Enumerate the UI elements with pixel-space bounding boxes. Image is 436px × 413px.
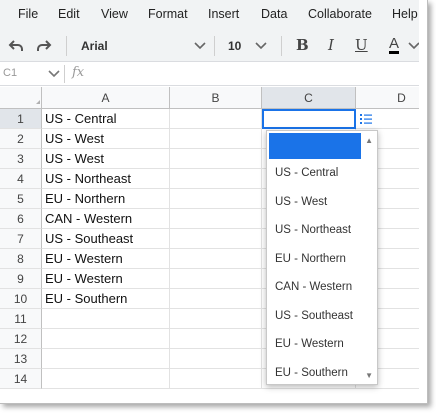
cell[interactable] [170,169,262,189]
menu-collaborate[interactable]: Collaborate [308,7,372,21]
menu-view[interactable]: View [101,7,128,21]
cell[interactable]: EU - Western [42,269,170,289]
menu-file[interactable]: File [18,7,38,21]
column-header-d[interactable]: D [356,87,427,109]
chevron-down-icon[interactable] [251,36,271,56]
toolbar: Arial 10 B I U A [0,30,427,62]
cell[interactable]: US - Southeast [42,229,170,249]
validation-dropdown: ▲ US - Central US - West US - Northeast EU … [266,130,378,385]
row-header[interactable]: 5 [0,189,42,209]
menu-data[interactable]: Data [261,7,287,21]
column-header-a[interactable]: A [42,87,170,109]
cell-c1-active[interactable] [262,109,356,129]
italic-button[interactable]: I [328,36,334,54]
cell[interactable]: EU - Northern [42,189,170,209]
row-header[interactable]: 14 [0,369,42,389]
row-header[interactable]: 6 [0,209,42,229]
row-header[interactable]: 9 [0,269,42,289]
cell[interactable] [170,269,262,289]
chevron-down-icon[interactable] [190,36,210,56]
cell[interactable] [170,349,262,369]
formula-bar: C1 fx [0,62,427,86]
toolbar-separator [66,36,67,56]
dropdown-option[interactable]: US - Central [275,167,338,179]
toolbar-separator [214,36,215,56]
row-header[interactable]: 13 [0,349,42,369]
scroll-up-icon[interactable]: ▲ [365,136,373,145]
cell[interactable] [170,369,262,389]
dropdown-option[interactable]: US - Northeast [275,224,351,236]
torn-edge [419,0,427,403]
column-header-b[interactable]: B [170,87,262,109]
name-box[interactable]: C1 [3,67,17,79]
row-header[interactable]: 11 [0,309,42,329]
dropdown-option[interactable]: EU - Western [275,338,344,350]
cell[interactable]: US - West [42,129,170,149]
cell[interactable] [170,109,262,129]
dropdown-option[interactable]: CAN - Western [275,281,352,293]
cell[interactable] [42,309,170,329]
column-header-c[interactable]: C [262,87,356,109]
row-header[interactable]: 3 [0,149,42,169]
cell[interactable] [170,149,262,169]
spreadsheet-window: File Edit View Format Insert Data Collab… [0,0,428,404]
font-family-select[interactable]: Arial [81,39,108,53]
menu-format[interactable]: Format [148,7,188,21]
toolbar-separator [281,36,282,56]
dropdown-option[interactable]: EU - Southern [275,367,348,379]
scroll-down-icon[interactable]: ▼ [365,371,373,380]
undo-icon[interactable] [6,36,26,56]
menu-bar: File Edit View Format Insert Data Collab… [0,0,427,30]
cell[interactable] [170,229,262,249]
cell[interactable] [42,369,170,389]
dropdown-option[interactable]: US - West [275,196,327,208]
dropdown-option[interactable]: EU - Northern [275,253,346,265]
dropdown-selected-option[interactable] [269,133,361,159]
cell[interactable]: EU - Western [42,249,170,269]
cell[interactable] [170,309,262,329]
cell[interactable]: US - Northeast [42,169,170,189]
row-header[interactable]: 12 [0,329,42,349]
cell[interactable] [42,349,170,369]
row-header[interactable]: 10 [0,289,42,309]
font-size-select[interactable]: 10 [228,39,241,53]
row-header[interactable]: 7 [0,229,42,249]
menu-help[interactable]: Help [392,7,418,21]
sheet-grid: A B C D 1 US - Central 2 US - West 3 US - Wes… [0,87,427,403]
menu-edit[interactable]: Edit [58,7,80,21]
row-header[interactable]: 8 [0,249,42,269]
list-icon[interactable] [356,109,376,129]
underline-button[interactable]: U [355,36,368,54]
select-all-corner[interactable] [0,87,42,109]
text-color-button[interactable]: A [389,36,400,54]
row-header[interactable]: 4 [0,169,42,189]
menu-insert[interactable]: Insert [208,7,239,21]
bold-button[interactable]: B [296,36,309,54]
cell[interactable] [170,129,262,149]
dropdown-option[interactable]: US - Southeast [275,310,353,322]
cell[interactable]: CAN - Western [42,209,170,229]
cell[interactable]: EU - Southern [42,289,170,309]
chevron-down-icon[interactable] [44,64,64,84]
cell[interactable] [170,189,262,209]
redo-icon[interactable] [34,36,54,56]
cell[interactable] [42,329,170,349]
cell[interactable] [170,249,262,269]
cell[interactable]: US - Central [42,109,170,129]
row-header[interactable]: 2 [0,129,42,149]
cell[interactable] [170,209,262,229]
cell[interactable] [170,289,262,309]
fx-icon: fx [72,65,85,80]
toolbar-separator [64,65,65,83]
cell[interactable] [170,329,262,349]
cell[interactable]: US - West [42,149,170,169]
row-header[interactable]: 1 [0,109,42,129]
